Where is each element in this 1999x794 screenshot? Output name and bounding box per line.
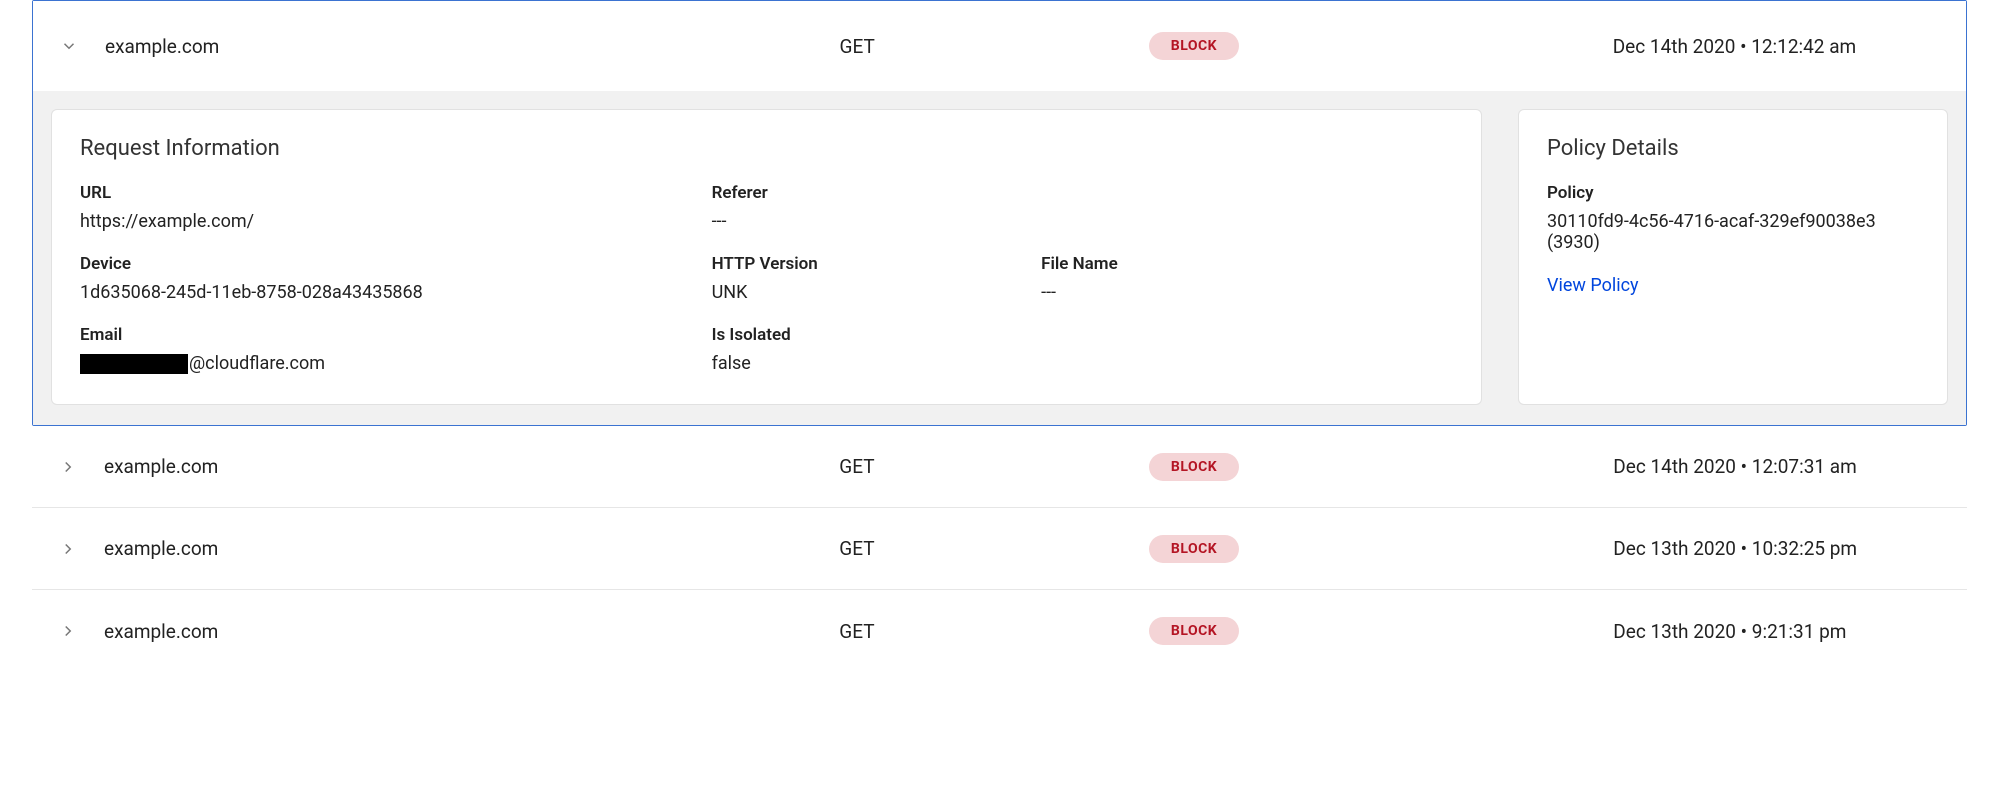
time-cell: Dec 13th 2020 • 9:21:31 pm	[1613, 620, 1967, 643]
card-title: Request Information	[80, 136, 1453, 161]
device-value: 1d635068-245d-11eb-8758-028a43435868	[80, 282, 712, 303]
chevron-right-icon[interactable]	[32, 540, 104, 558]
details-panel: Request Information URL https://example.…	[33, 91, 1966, 425]
http-version-label: HTTP Version	[712, 254, 1042, 274]
status-cell: BLOCK	[1149, 617, 1613, 645]
redacted-block	[80, 354, 188, 374]
status-cell: BLOCK	[1149, 32, 1613, 60]
policy-details-card: Policy Details Policy 30110fd9-4c56-4716…	[1518, 109, 1948, 405]
table-row[interactable]: example.com GET BLOCK Dec 13th 2020 • 10…	[32, 508, 1967, 590]
view-policy-link[interactable]: View Policy	[1547, 275, 1639, 296]
file-name-label: File Name	[1041, 254, 1453, 274]
time-cell: Dec 14th 2020 • 12:07:31 am	[1613, 455, 1967, 478]
table-row-expanded: example.com GET BLOCK Dec 14th 2020 • 12…	[32, 0, 1967, 426]
domain-cell: example.com	[104, 455, 839, 478]
chevron-right-icon[interactable]	[32, 458, 104, 476]
time-cell: Dec 13th 2020 • 10:32:25 pm	[1613, 537, 1967, 560]
table-row[interactable]: example.com GET BLOCK Dec 14th 2020 • 12…	[33, 1, 1966, 91]
email-value: @cloudflare.com	[80, 353, 712, 374]
method-cell: GET	[839, 537, 1149, 560]
file-name-value: ---	[1041, 282, 1453, 303]
url-value: https://example.com/	[80, 211, 712, 232]
policy-value: 30110fd9-4c56-4716-acaf-329ef90038e3 (39…	[1547, 211, 1919, 253]
device-label: Device	[80, 254, 712, 274]
status-badge: BLOCK	[1149, 535, 1239, 563]
status-cell: BLOCK	[1149, 535, 1613, 563]
table-row[interactable]: example.com GET BLOCK Dec 14th 2020 • 12…	[32, 426, 1967, 508]
table-row[interactable]: example.com GET BLOCK Dec 13th 2020 • 9:…	[32, 590, 1967, 672]
email-label: Email	[80, 325, 712, 345]
time-cell: Dec 14th 2020 • 12:12:42 am	[1613, 35, 1966, 58]
method-cell: GET	[839, 455, 1149, 478]
is-isolated-value: false	[712, 353, 1453, 374]
status-badge: BLOCK	[1149, 453, 1239, 481]
status-badge: BLOCK	[1149, 32, 1239, 60]
email-domain: @cloudflare.com	[189, 353, 325, 374]
domain-cell: example.com	[105, 35, 840, 58]
request-info-card: Request Information URL https://example.…	[51, 109, 1482, 405]
domain-cell: example.com	[104, 537, 839, 560]
status-cell: BLOCK	[1149, 453, 1613, 481]
chevron-right-icon[interactable]	[32, 622, 104, 640]
status-badge: BLOCK	[1149, 617, 1239, 645]
log-table: example.com GET BLOCK Dec 14th 2020 • 12…	[0, 0, 1999, 696]
referer-label: Referer	[712, 183, 1453, 203]
card-title: Policy Details	[1547, 136, 1919, 161]
policy-label: Policy	[1547, 183, 1919, 203]
chevron-down-icon[interactable]	[33, 37, 105, 55]
referer-value: ---	[712, 211, 1453, 232]
is-isolated-label: Is Isolated	[712, 325, 1453, 345]
method-cell: GET	[840, 35, 1149, 58]
url-label: URL	[80, 183, 712, 203]
domain-cell: example.com	[104, 620, 839, 643]
method-cell: GET	[839, 620, 1149, 643]
http-version-value: UNK	[712, 282, 1042, 303]
